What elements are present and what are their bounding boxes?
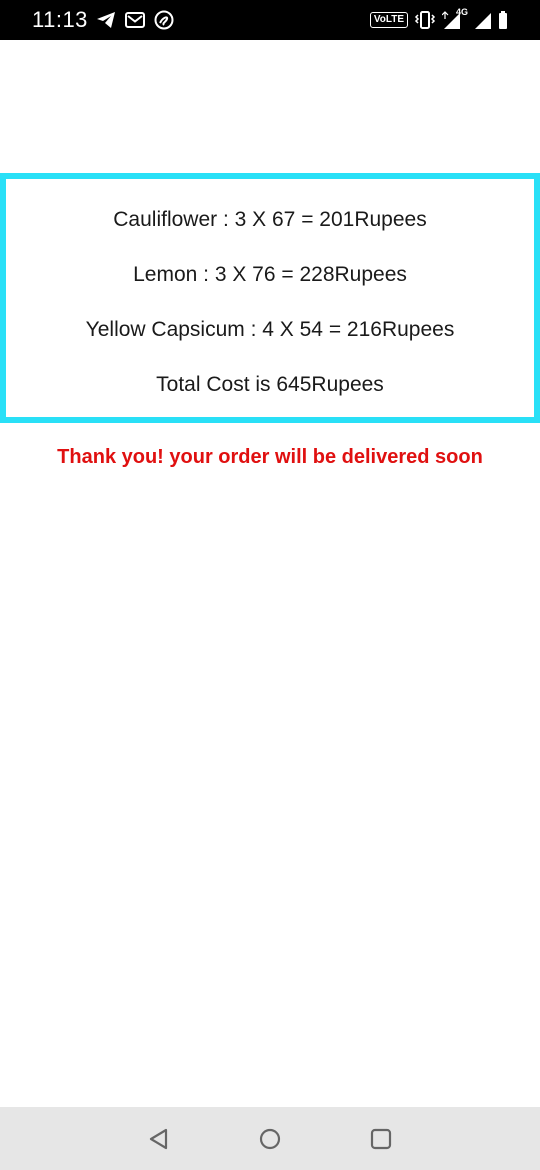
home-button[interactable] <box>258 1127 282 1151</box>
airtel-icon <box>154 10 174 30</box>
back-icon <box>149 1128 168 1150</box>
order-item-yellow-capsicum: Yellow Capsicum : 4 X 54 = 216Rupees <box>85 318 455 341</box>
network-type-icon: 4G <box>442 7 468 30</box>
navigation-bar <box>0 1107 540 1170</box>
order-summary-screen: 11:13 VoLTE 4G Cauliflower: 3 X 67 = 20… <box>0 0 540 1170</box>
order-item-cauliflower: Cauliflower : 3 X 67 = 201Rupees <box>113 208 427 231</box>
system-status-icons: VoLTE 4G <box>369 7 508 31</box>
recents-button[interactable] <box>369 1127 393 1151</box>
order-item-lemon: Lemon : 3 X 76 = 228Rupees <box>133 263 407 286</box>
order-total: Total Cost is 645Rupees <box>156 373 384 396</box>
battery-icon <box>498 10 508 30</box>
recents-icon <box>370 1128 392 1150</box>
volte-icon: VoLTE <box>369 12 408 28</box>
telegram-icon <box>96 11 116 29</box>
vibrate-icon <box>414 10 436 30</box>
status-time: 11:13 <box>32 7 88 32</box>
home-icon <box>259 1128 281 1150</box>
signal-icon <box>474 10 492 30</box>
status-bar: 11:13 VoLTE 4G <box>0 0 540 40</box>
order-summary-box: Cauliflower : 3 X 67 = 201Rupees Lemon :… <box>0 173 540 423</box>
notification-icons <box>96 9 174 31</box>
back-button[interactable] <box>147 1127 171 1151</box>
gmail-icon <box>125 12 145 28</box>
order-confirmation-message: Thank you! your order will be delivered … <box>57 446 483 468</box>
